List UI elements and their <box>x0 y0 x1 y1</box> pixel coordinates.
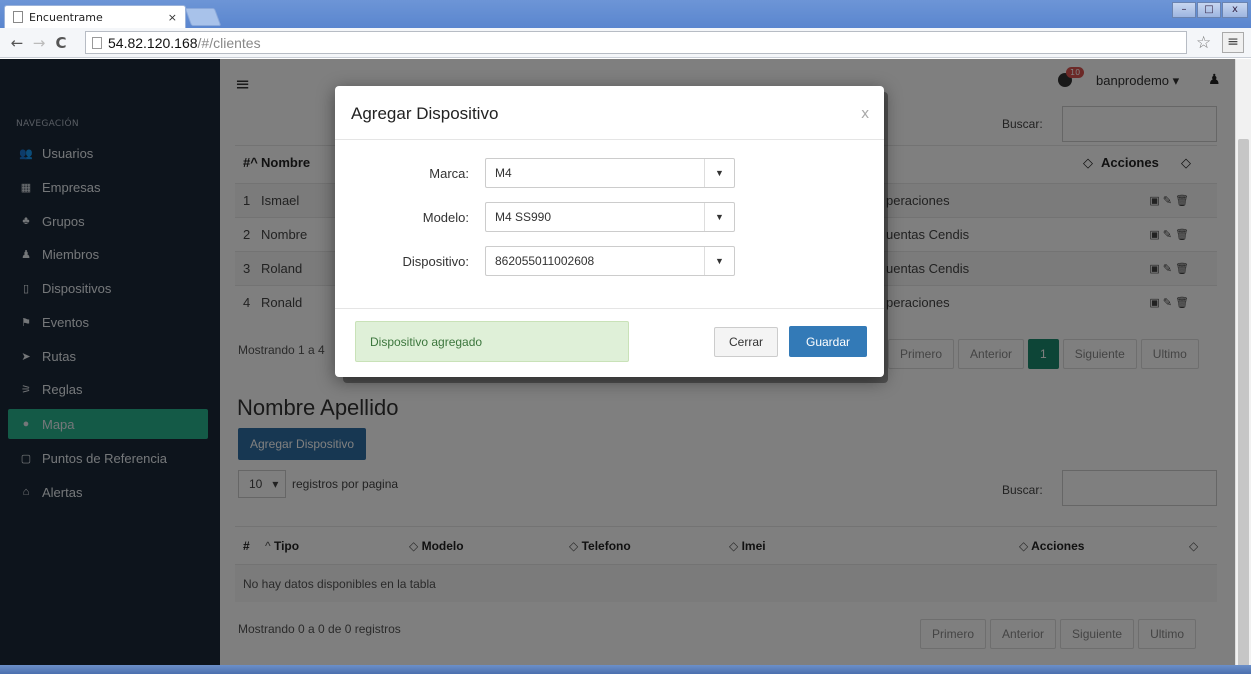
page-icon <box>13 11 23 23</box>
browser-window: Encuentrame × – □ x ← → C 54.82.120.168/… <box>0 0 1251 674</box>
modal-title: Agregar Dispositivo <box>351 104 499 123</box>
save-button[interactable]: Guardar <box>789 326 867 357</box>
model-label: Modelo: <box>422 210 469 225</box>
brand-select[interactable]: M4 ▼ <box>485 158 735 188</box>
close-icon[interactable]: x <box>861 106 869 122</box>
forward-icon[interactable]: → <box>28 34 50 52</box>
browser-tab[interactable]: Encuentrame × <box>4 5 186 28</box>
brand-label: Marca: <box>429 166 469 181</box>
url-host: 54.82.120.168 <box>108 34 198 51</box>
device-label: Dispositivo: <box>402 254 469 269</box>
device-select[interactable]: 862055011002608 ▼ <box>485 246 735 276</box>
close-button[interactable]: Cerrar <box>714 327 778 357</box>
close-tab-icon[interactable]: × <box>168 11 177 24</box>
divider <box>335 308 884 309</box>
model-value: M4 SS990 <box>495 210 552 224</box>
divider <box>335 139 884 140</box>
browser-menu-icon[interactable]: ≡ <box>1222 32 1244 53</box>
page-scrollbar[interactable] <box>1235 59 1251 674</box>
brand-value: M4 <box>495 166 512 180</box>
close-window-button[interactable]: x <box>1222 2 1248 18</box>
url-path: /#/clientes <box>197 34 261 51</box>
success-alert: Dispositivo agregado <box>355 321 629 362</box>
page-icon <box>92 36 102 49</box>
model-select[interactable]: M4 SS990 ▼ <box>485 202 735 232</box>
maximize-button[interactable]: □ <box>1197 2 1221 18</box>
bookmark-star-icon[interactable]: ☆ <box>1196 33 1211 53</box>
add-device-modal: Agregar Dispositivo x Marca: M4 ▼ Modelo:… <box>335 86 884 377</box>
back-icon[interactable]: ← <box>6 34 28 52</box>
address-bar: ← → C 54.82.120.168/#/clientes ☆ ≡ <box>0 28 1251 58</box>
new-tab-button[interactable] <box>184 8 222 26</box>
reload-icon[interactable]: C <box>50 34 72 52</box>
url-input[interactable]: 54.82.120.168/#/clientes <box>85 31 1187 54</box>
tab-title: Encuentrame <box>29 10 103 24</box>
os-taskbar <box>0 665 1251 674</box>
tab-bar: Encuentrame × – □ x <box>0 0 1251 28</box>
chevron-down-icon: ▼ <box>704 203 734 231</box>
chevron-down-icon: ▼ <box>704 247 734 275</box>
minimize-button[interactable]: – <box>1172 2 1196 18</box>
chevron-down-icon: ▼ <box>704 159 734 187</box>
device-value: 862055011002608 <box>495 254 595 268</box>
scrollbar-thumb[interactable] <box>1238 139 1249 674</box>
